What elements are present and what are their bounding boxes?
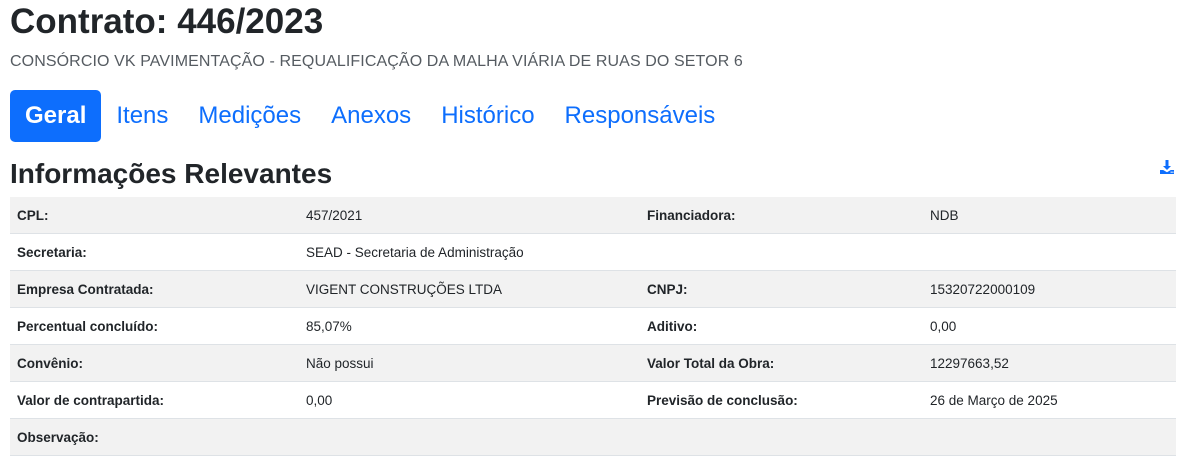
- field-label: Observação:: [10, 418, 299, 456]
- field-label: [640, 418, 923, 456]
- field-label: Previsão de conclusão:: [640, 381, 923, 419]
- field-label: Empresa Contratada:: [10, 270, 299, 308]
- download-icon[interactable]: [1159, 159, 1175, 175]
- field-value: 15320722000109: [923, 270, 1176, 308]
- field-value: Não possui: [299, 344, 640, 382]
- field-label: Aditivo:: [640, 307, 923, 345]
- field-value: 26 de Março de 2025: [923, 381, 1176, 419]
- table-row: Valor de contrapartida: 0,00 Previsão de…: [10, 381, 1176, 419]
- field-label: Valor de contrapartida:: [10, 381, 299, 419]
- tab-responsaveis[interactable]: Responsáveis: [550, 90, 731, 142]
- field-value: 0,00: [299, 381, 640, 419]
- field-value: [923, 233, 1176, 271]
- tab-geral[interactable]: Geral: [10, 90, 102, 142]
- tab-itens[interactable]: Itens: [101, 90, 183, 142]
- contract-page: Contrato: 446/2023 CONSÓRCIO VK PAVIMENT…: [0, 0, 1200, 468]
- tab-medicoes[interactable]: Medições: [183, 90, 316, 142]
- table-row: Secretaria: SEAD - Secretaria de Adminis…: [10, 233, 1176, 271]
- field-value: SEAD - Secretaria de Administração: [299, 233, 640, 271]
- table-row: CPL: 457/2021 Financiadora: NDB: [10, 197, 1176, 234]
- field-value: VIGENT CONSTRUÇÕES LTDA: [299, 270, 640, 308]
- field-label: CPL:: [10, 197, 299, 234]
- field-value: 0,00: [923, 307, 1176, 345]
- info-table: CPL: 457/2021 Financiadora: NDB Secretar…: [10, 197, 1176, 456]
- download-icon-glyph: [1160, 160, 1174, 174]
- field-label: CNPJ:: [640, 270, 923, 308]
- tab-bar: Geral Itens Medições Anexos Histórico Re…: [10, 90, 730, 142]
- field-value: 85,07%: [299, 307, 640, 345]
- field-value: [299, 418, 640, 456]
- field-label: Financiadora:: [640, 197, 923, 234]
- field-label: Convênio:: [10, 344, 299, 382]
- field-value: 457/2021: [299, 197, 640, 234]
- page-title: Contrato: 446/2023: [10, 2, 324, 41]
- field-label: Secretaria:: [10, 233, 299, 271]
- field-label: Percentual concluído:: [10, 307, 299, 345]
- table-row: Empresa Contratada: VIGENT CONSTRUÇÕES L…: [10, 270, 1176, 308]
- field-value: NDB: [923, 197, 1176, 234]
- field-value: [923, 418, 1176, 456]
- field-label: [640, 233, 923, 271]
- page-subtitle: CONSÓRCIO VK PAVIMENTAÇÃO - REQUALIFICAÇ…: [10, 53, 743, 70]
- tab-historico[interactable]: Histórico: [426, 90, 549, 142]
- field-label: Valor Total da Obra:: [640, 344, 923, 382]
- table-row: Convênio: Não possui Valor Total da Obra…: [10, 344, 1176, 382]
- table-row: Observação:: [10, 418, 1176, 456]
- table-row: Percentual concluído: 85,07% Aditivo: 0,…: [10, 307, 1176, 345]
- section-title: Informações Relevantes: [10, 158, 333, 189]
- field-value: 12297663,52: [923, 344, 1176, 382]
- tab-anexos[interactable]: Anexos: [316, 90, 426, 142]
